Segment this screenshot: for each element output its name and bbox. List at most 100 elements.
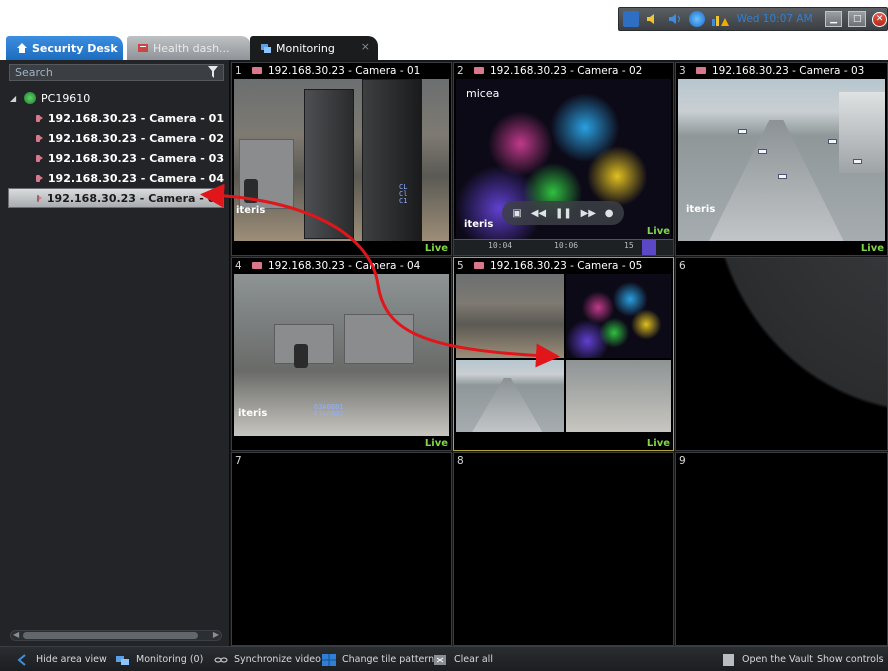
area-view-sidebar: Search ◢ PC19610 192.168.30.23 - Camera … — [0, 60, 230, 646]
maximize-icon[interactable]: □ — [848, 11, 867, 27]
rewind-icon[interactable]: ◀◀ — [531, 208, 546, 219]
snapshot-icon[interactable]: ▣ — [512, 208, 521, 219]
tile-7[interactable]: 7 — [231, 452, 452, 646]
tile-3[interactable]: 3 192.168.30.23 - Camera - 03 iteris Liv… — [675, 62, 888, 256]
tile-title: 192.168.30.23 - Camera - 04 — [268, 259, 421, 272]
scroll-left-icon[interactable]: ◀ — [13, 630, 19, 639]
timeline-label: 15 — [624, 241, 634, 250]
link-icon — [214, 657, 228, 662]
tile-8[interactable]: 8 — [453, 452, 674, 646]
camera-icon — [252, 67, 262, 74]
playback-timeline[interactable]: 10:04 10:06 15 — [454, 239, 673, 255]
button-label: Hide area view — [36, 654, 107, 665]
monitoring-icon — [261, 44, 271, 53]
live-label: Live — [424, 438, 448, 449]
vault-icon — [723, 653, 734, 666]
tree-root-pc[interactable]: ◢ PC19610 — [10, 88, 224, 108]
playback-controls: ▣ ◀◀ ❚❚ ▶▶ ● — [502, 201, 624, 225]
tree-item-camera-02[interactable]: 192.168.30.23 - Camera - 02 — [10, 128, 224, 148]
search-placeholder: Search — [15, 66, 53, 79]
close-tab-icon[interactable]: × — [361, 40, 370, 53]
scroll-right-icon[interactable]: ▶ — [213, 630, 219, 639]
tree-item-camera-03[interactable]: 192.168.30.23 - Camera - 03 — [10, 148, 224, 168]
tile-5[interactable]: 5 192.168.30.23 - Camera - 05 Live — [453, 257, 674, 451]
tab-bar: Security Desk Health dash... Monitoring … — [0, 36, 888, 60]
tab-label: Monitoring — [276, 41, 335, 55]
tab-label: Health dash... — [153, 41, 230, 55]
tile-6[interactable]: 6 — [675, 257, 888, 451]
timeline-label: 10:04 — [488, 241, 513, 250]
minimize-icon[interactable]: ▁ — [824, 11, 843, 27]
tile-number: 8 — [457, 454, 464, 467]
tab-security-desk[interactable]: Security Desk — [6, 36, 123, 60]
forward-icon[interactable]: ▶▶ — [581, 208, 596, 219]
tile-number: 2 — [457, 64, 464, 77]
tree-root-label: PC19610 — [41, 91, 91, 105]
tile-4[interactable]: 4 192.168.30.23 - Camera - 04 63A0B01 63A… — [231, 257, 452, 451]
tile-header: 8 — [454, 453, 673, 468]
collapse-arrow-icon[interactable]: ◢ — [10, 94, 22, 103]
entity-tree: ◢ PC19610 192.168.30.23 - Camera - 01 19… — [8, 88, 224, 208]
timeline-cursor[interactable] — [642, 240, 656, 255]
close-icon[interactable]: ✕ — [872, 11, 888, 27]
scrollbar-thumb[interactable] — [23, 632, 198, 639]
camera-icon — [36, 174, 43, 182]
tile-1[interactable]: 1 192.168.30.23 - Camera - 01 CL Cl C1 ite… — [231, 62, 452, 256]
micea-watermark: micea — [466, 87, 500, 100]
tree-item-label: 192.168.30.23 - Camera - 04 — [47, 171, 224, 185]
tile-number: 1 — [235, 64, 242, 77]
change-tile-pattern-button[interactable]: Change tile pattern — [322, 651, 434, 668]
video-feed[interactable]: CL Cl C1 iteris — [234, 79, 449, 241]
search-input[interactable]: Search — [9, 64, 224, 81]
video-feed[interactable] — [456, 274, 671, 436]
iteris-watermark: iteris — [686, 204, 716, 215]
open-vault-button[interactable]: Open the Vault — [722, 651, 813, 668]
horizontal-scrollbar[interactable]: ◀ ▶ — [10, 630, 222, 641]
filter-icon[interactable] — [208, 66, 218, 78]
tile-2[interactable]: 2 192.168.30.23 - Camera - 02 micea iter… — [453, 62, 674, 256]
live-label: Live — [646, 226, 670, 237]
tab-label: Security Desk — [32, 41, 118, 55]
tile-header: 2 192.168.30.23 - Camera - 02 — [454, 63, 673, 78]
tile-number: 9 — [679, 454, 686, 467]
system-tray: Wed 10:07 AM ▁ □ ✕ — [618, 7, 888, 31]
tree-item-camera-05[interactable]: 192.168.30.23 - Camera - 05 — [8, 188, 224, 208]
record-icon[interactable]: ● — [605, 208, 614, 219]
tile-header: 5 192.168.30.23 - Camera - 05 — [454, 258, 673, 273]
tile-grid: 1 192.168.30.23 - Camera - 01 CL Cl C1 ite… — [231, 62, 888, 646]
warning-chart-icon[interactable] — [711, 11, 729, 27]
tile-header: 9 — [676, 453, 887, 468]
video-feed[interactable]: 63A0B01 63A0B02 iteris — [234, 274, 449, 436]
live-label: Live — [860, 243, 884, 254]
tile-9[interactable]: 9 — [675, 452, 888, 646]
pause-icon[interactable]: ❚❚ — [555, 208, 572, 219]
tree-item-camera-04[interactable]: 192.168.30.23 - Camera - 04 — [10, 168, 224, 188]
live-label: Live — [646, 438, 670, 449]
show-controls-button[interactable]: Show controls — [817, 651, 888, 668]
clear-all-button[interactable]: Clear all — [434, 651, 493, 668]
network-icon[interactable] — [623, 11, 639, 27]
chevron-left-icon — [17, 653, 26, 666]
tab-monitoring[interactable]: Monitoring × — [250, 36, 378, 60]
synchronize-video-button[interactable]: Synchronize video — [214, 651, 321, 668]
globe-icon[interactable] — [688, 11, 705, 27]
tree-item-label: 192.168.30.23 - Camera - 03 — [47, 151, 224, 165]
hide-area-view-button[interactable]: Hide area view — [16, 651, 107, 668]
iteris-watermark: iteris — [238, 408, 268, 419]
video-feed[interactable]: iteris — [678, 79, 885, 241]
clock-text[interactable]: Wed 10:07 AM — [737, 13, 813, 25]
tile-title: 192.168.30.23 - Camera - 01 — [268, 64, 421, 77]
tile-header: 1 192.168.30.23 - Camera - 01 — [232, 63, 451, 78]
tile-title: 192.168.30.23 - Camera - 03 — [712, 64, 865, 77]
button-label: Clear all — [454, 654, 493, 665]
tree-item-camera-01[interactable]: 192.168.30.23 - Camera - 01 — [10, 108, 224, 128]
camera-icon — [37, 194, 42, 202]
camera-icon — [474, 262, 484, 269]
button-label: Show controls — [817, 654, 884, 665]
monitoring-button[interactable]: Monitoring (0) — [116, 651, 203, 668]
speaker-icon[interactable] — [645, 11, 661, 27]
volume-icon[interactable] — [667, 11, 683, 27]
tab-health-dashboard[interactable]: Health dash... — [127, 36, 251, 60]
tree-item-label: 192.168.30.23 - Camera - 02 — [47, 131, 224, 145]
monitoring-workspace: Search ◢ PC19610 192.168.30.23 - Camera … — [0, 60, 888, 671]
